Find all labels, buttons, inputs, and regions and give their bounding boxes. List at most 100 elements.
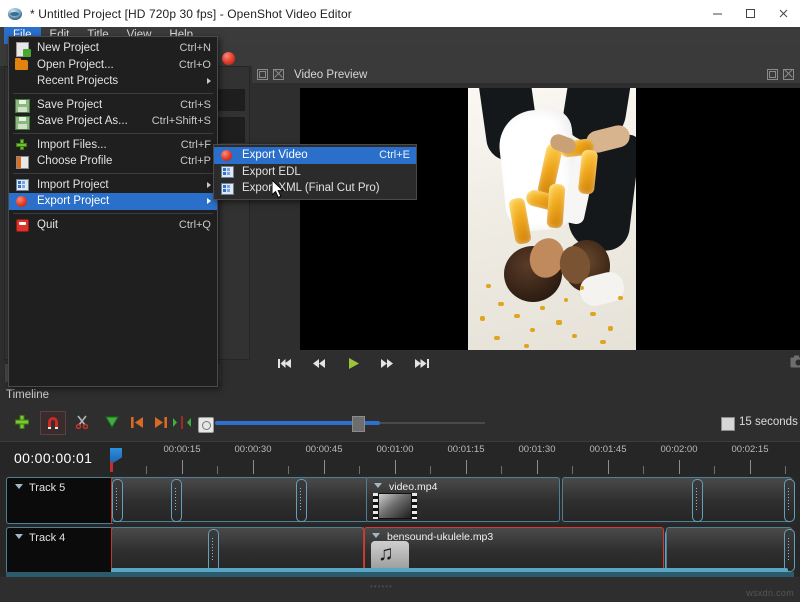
clip-right-handle[interactable] — [784, 479, 795, 522]
menu-item-save-project-as[interactable]: Save Project As... Ctrl+Shift+S — [9, 113, 217, 130]
ruler-label: 00:01:30 — [519, 444, 556, 455]
chevron-down-icon[interactable] — [15, 484, 23, 489]
clip-handle[interactable] — [171, 479, 182, 522]
table-row[interactable]: Track 4 bensound-ukulele.mp3 — [6, 527, 794, 574]
timeline-panel-title: Timeline — [6, 389, 49, 401]
track-label: Track 5 — [29, 482, 65, 494]
audio-clip-icon — [371, 541, 409, 571]
chevron-down-icon[interactable] — [372, 533, 380, 538]
menu-item-save-project[interactable]: Save Project Ctrl+S — [9, 97, 217, 114]
clip-right-handle[interactable] — [784, 529, 795, 572]
razor-tool-button[interactable] — [70, 411, 94, 433]
clip-label: video.mp4 — [389, 481, 437, 493]
undock-icon-right[interactable] — [767, 69, 778, 80]
timeline-tracks: Track 5 video.mp4 Track 4 — [0, 475, 800, 577]
close-button[interactable] — [767, 0, 800, 27]
table-row[interactable]: Track 5 video.mp4 — [6, 477, 794, 524]
menu-item-import-project[interactable]: Import Project — [9, 177, 217, 194]
center-playhead-button[interactable] — [170, 411, 194, 433]
rewind-button[interactable] — [306, 352, 332, 374]
list-item[interactable] — [111, 527, 364, 572]
ruler-label: 00:01:00 — [377, 444, 414, 455]
next-marker-button[interactable] — [148, 411, 172, 433]
skip-to-start-button[interactable] — [272, 352, 298, 374]
plus-icon — [15, 138, 30, 151]
menu-item-quit[interactable]: Quit Ctrl+Q — [9, 217, 217, 234]
panel-resize-handle[interactable]: •••••• — [370, 582, 393, 591]
submenu-arrow-icon — [207, 78, 211, 84]
scrollbar-thumb[interactable] — [6, 572, 794, 577]
zoom-reset-button[interactable] — [198, 417, 214, 433]
snapping-toggle-button[interactable] — [40, 411, 66, 435]
ruler-label: 00:00:30 — [235, 444, 272, 455]
zoom-level-label: 15 seconds — [739, 416, 798, 428]
playback-controls — [252, 350, 800, 376]
fast-forward-button[interactable] — [374, 352, 400, 374]
menu-item-recent-projects[interactable]: Recent Projects — [9, 73, 217, 90]
previous-marker-button[interactable] — [125, 411, 149, 433]
list-item[interactable]: video.mp4 — [366, 477, 560, 522]
menu-item-open-project[interactable]: Open Project... Ctrl+O — [9, 57, 217, 74]
track-header[interactable]: Track 5 — [6, 477, 113, 524]
clip-handle[interactable] — [692, 479, 703, 522]
menu-item-export-edl[interactable]: Export EDL — [214, 164, 416, 181]
camera-icon[interactable] — [788, 352, 800, 370]
add-track-button[interactable] — [10, 411, 34, 433]
play-button[interactable] — [340, 352, 366, 374]
list-item[interactable]: bensound-ukulele.mp3 — [364, 527, 664, 572]
xml-icon — [220, 165, 235, 178]
video-preview-title: Video Preview — [294, 69, 367, 81]
menu-item-import-files[interactable]: Import Files... Ctrl+F — [9, 137, 217, 154]
maximize-button[interactable] — [734, 0, 767, 27]
track-label: Track 4 — [29, 532, 65, 544]
new-document-icon — [15, 42, 30, 55]
ruler-label: 00:01:45 — [590, 444, 627, 455]
timeline-zoom-track[interactable] — [380, 422, 485, 424]
timeline-ruler[interactable]: 00:00:00:01 00:00:15 00:00:30 00:00:45 0… — [0, 441, 800, 476]
file-menu-popup: New Project Ctrl+N Open Project... Ctrl+… — [8, 36, 218, 387]
video-preview-canvas[interactable] — [300, 88, 800, 350]
list-item[interactable] — [562, 477, 792, 522]
close-panel-icon-right[interactable] — [783, 69, 794, 80]
menu-item-export-video[interactable]: Export Video Ctrl+E — [214, 147, 416, 164]
close-panel-icon[interactable] — [273, 69, 284, 80]
menu-item-export-project[interactable]: Export Project — [9, 193, 217, 210]
red-record-icon — [15, 195, 30, 208]
menu-item-choose-profile[interactable]: Choose Profile Ctrl+P — [9, 153, 217, 170]
video-preview-dock: Video Preview — [252, 66, 800, 358]
chevron-down-icon[interactable] — [15, 534, 23, 539]
timeline-zoom-handle[interactable] — [352, 416, 365, 432]
ruler-label: 00:00:15 — [164, 444, 201, 455]
app-logo-icon — [7, 6, 23, 22]
list-item[interactable] — [111, 477, 369, 522]
clip-left-handle[interactable] — [112, 479, 123, 522]
menu-item-export-xml[interactable]: Export XML (Final Cut Pro) — [214, 180, 416, 197]
ruler-label: 00:01:15 — [448, 444, 485, 455]
skip-to-end-button[interactable] — [408, 352, 434, 374]
clip-thumbnail — [373, 493, 417, 519]
window-title: * Untitled Project [HD 720p 30 fps] - Op… — [30, 7, 352, 21]
ruler-label: 00:02:15 — [732, 444, 769, 455]
list-item[interactable] — [666, 527, 792, 572]
export-video-toolbar-button[interactable] — [222, 52, 235, 65]
save-as-icon — [15, 115, 30, 128]
xml-icon — [15, 178, 30, 191]
chevron-down-icon[interactable] — [374, 483, 382, 488]
undock-icon[interactable] — [257, 69, 268, 80]
preview-image — [468, 88, 636, 350]
minimize-button[interactable] — [701, 0, 734, 27]
scrollbar[interactable] — [6, 572, 794, 577]
clip-handle[interactable] — [208, 529, 219, 572]
timeline-toolbar — [0, 405, 800, 439]
clip-edge-marker — [111, 527, 112, 574]
video-preview-header: Video Preview — [252, 66, 800, 83]
watermark: wsxdn.com — [746, 588, 794, 598]
menu-item-new-project[interactable]: New Project Ctrl+N — [9, 40, 217, 57]
save-icon — [15, 98, 30, 111]
track-header[interactable]: Track 4 — [6, 527, 113, 574]
red-record-icon — [220, 149, 235, 162]
add-marker-button[interactable] — [100, 411, 124, 433]
profile-icon — [15, 155, 30, 168]
export-project-submenu: Export Video Ctrl+E Export EDL Export XM… — [213, 144, 417, 200]
clip-handle[interactable] — [296, 479, 307, 522]
